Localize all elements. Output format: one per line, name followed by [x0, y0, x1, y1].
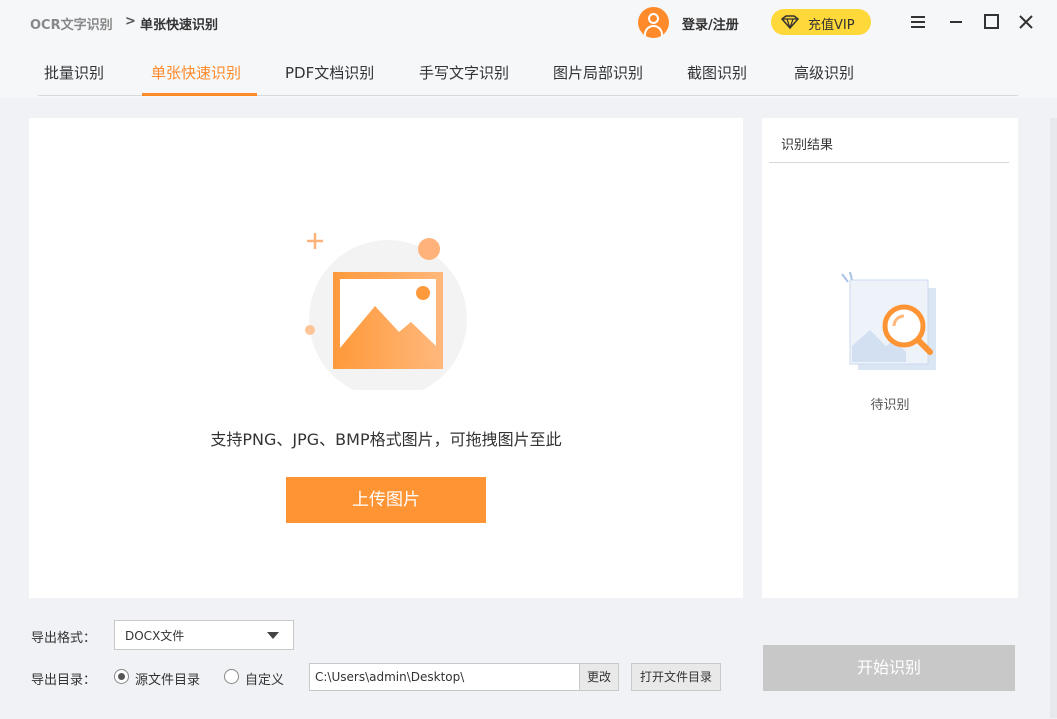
minimize-icon[interactable] — [944, 10, 968, 34]
result-panel: 识别结果 待识别 — [762, 118, 1018, 598]
upload-drop-zone[interactable]: 支持PNG、JPG、BMP格式图片，可拖拽图片至此 上传图片 — [29, 118, 743, 598]
tab-screenshot[interactable]: 截图识别 — [687, 62, 747, 83]
tab-single-quick[interactable]: 单张快速识别 — [151, 62, 241, 83]
open-dir-button[interactable]: 打开文件目录 — [631, 663, 721, 691]
radio-custom-dir[interactable] — [224, 669, 239, 684]
title-bar: OCR文字识别 > 单张快速识别 登录/注册 充值VIP — [0, 0, 1057, 45]
active-tab-indicator — [142, 93, 257, 96]
tab-batch[interactable]: 批量识别 — [44, 62, 104, 83]
export-format-value: DOCX文件 — [125, 629, 185, 643]
breadcrumb-current: 单张快速识别 — [140, 18, 219, 33]
radio-custom-dir-label[interactable]: 自定义 — [245, 669, 284, 688]
pending-search-icon — [841, 271, 936, 370]
result-status: 待识别 — [870, 398, 910, 413]
tab-advanced[interactable]: 高级识别 — [794, 62, 854, 83]
radio-source-dir-label[interactable]: 源文件目录 — [135, 669, 200, 688]
menu-icon[interactable] — [906, 10, 930, 34]
maximize-icon[interactable] — [979, 10, 1003, 34]
result-divider — [769, 162, 1009, 163]
export-format-select[interactable]: DOCX文件 — [114, 620, 294, 650]
change-dir-button[interactable]: 更改 — [579, 663, 619, 691]
image-placeholder-icon — [305, 233, 467, 390]
scrollbar[interactable] — [1050, 118, 1057, 718]
diamond-icon — [781, 15, 799, 29]
upload-hint: 支持PNG、JPG、BMP格式图片，可拖拽图片至此 — [210, 430, 562, 449]
export-format-label: 导出格式： — [31, 631, 97, 646]
user-avatar-icon[interactable] — [638, 7, 669, 38]
chevron-down-icon — [267, 632, 279, 639]
upload-image-button[interactable]: 上传图片 — [286, 477, 486, 523]
tab-handwriting[interactable]: 手写文字识别 — [419, 62, 509, 83]
radio-source-dir[interactable] — [114, 669, 129, 684]
close-icon[interactable] — [1014, 10, 1038, 34]
tab-partial-image[interactable]: 图片局部识别 — [553, 62, 643, 83]
vip-label: 充值VIP — [808, 18, 855, 33]
breadcrumb-separator: > — [125, 14, 136, 29]
export-path-input[interactable] — [309, 663, 581, 691]
result-title: 识别结果 — [781, 138, 834, 153]
start-recognition-button[interactable]: 开始识别 — [763, 645, 1015, 691]
export-dir-label: 导出目录： — [31, 673, 97, 688]
login-register-link[interactable]: 登录/注册 — [682, 14, 739, 33]
breadcrumb-app[interactable]: OCR文字识别 — [30, 14, 113, 33]
tab-pdf[interactable]: PDF文档识别 — [285, 62, 374, 83]
vip-recharge-button[interactable]: 充值VIP — [771, 9, 871, 35]
